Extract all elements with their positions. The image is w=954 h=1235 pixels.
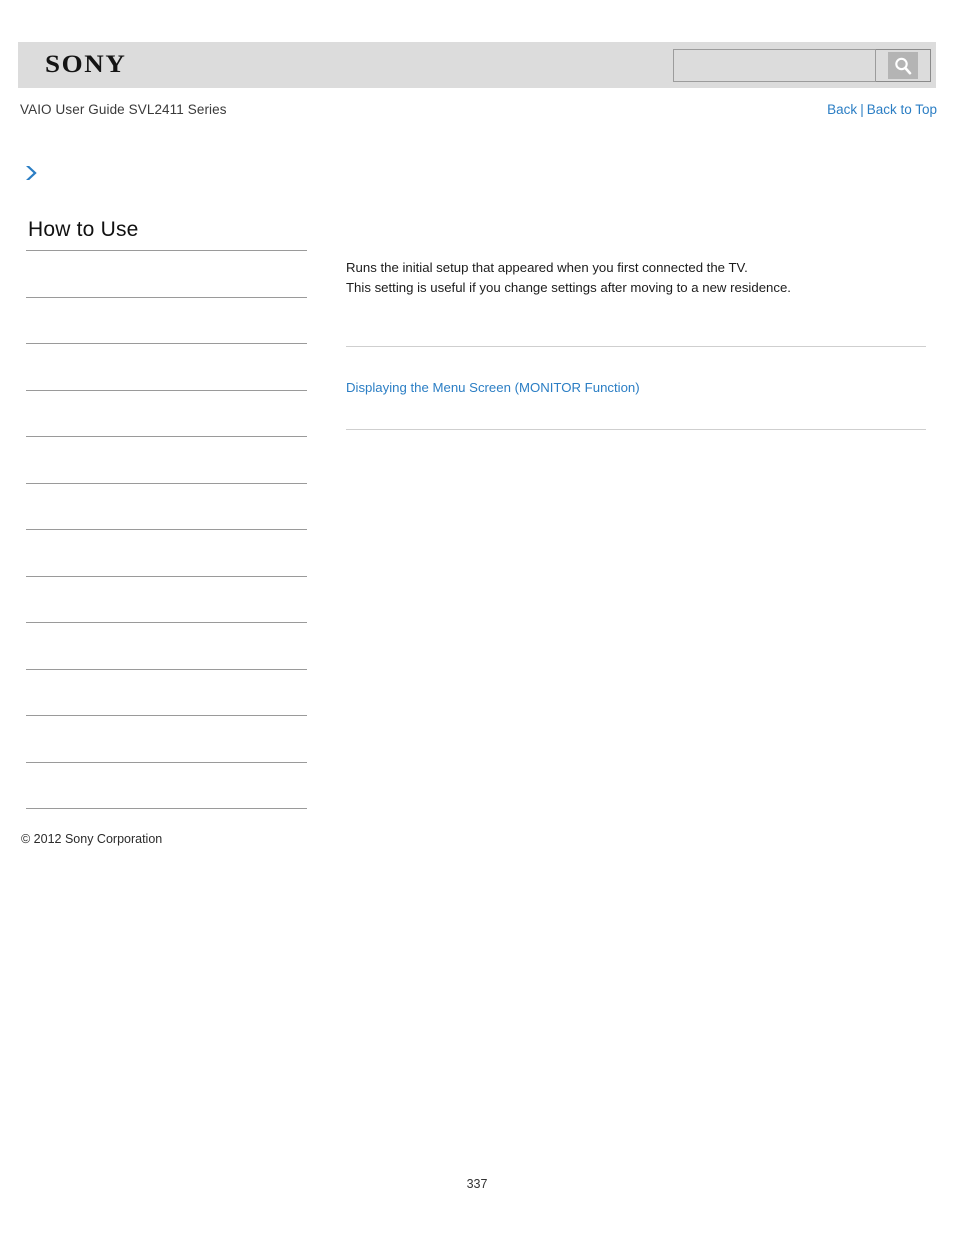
sidebar-item-5[interactable] <box>26 482 307 530</box>
search-input[interactable] <box>673 49 876 82</box>
sidebar-item-8[interactable] <box>26 622 307 669</box>
sidebar-item-1[interactable] <box>26 296 307 344</box>
sidebar-item-2[interactable] <box>26 343 307 390</box>
search-icon <box>888 52 918 79</box>
back-link[interactable]: Back <box>827 102 857 117</box>
search-button[interactable] <box>876 49 931 82</box>
sidebar-item-11[interactable] <box>26 761 307 809</box>
sony-logo: SONY <box>45 51 127 78</box>
sidebar-item-7[interactable] <box>26 575 307 623</box>
copyright-text: © 2012 Sony Corporation <box>21 832 163 846</box>
content-divider-bottom <box>346 429 926 430</box>
sidebar-item-4[interactable] <box>26 436 307 483</box>
nav-separator: | <box>860 102 864 117</box>
search-area <box>673 49 931 82</box>
sidebar: How to Use <box>26 218 307 809</box>
sidebar-item-9[interactable] <box>26 668 307 716</box>
sidebar-item-3[interactable] <box>26 389 307 437</box>
sidebar-item-0[interactable] <box>26 250 307 297</box>
guide-title: VAIO User Guide SVL2411 Series <box>20 102 227 117</box>
page-number: 337 <box>466 1177 488 1191</box>
description-line-1: Runs the initial setup that appeared whe… <box>346 260 748 275</box>
header-bar: SONY <box>18 42 936 88</box>
back-to-top-link[interactable]: Back to Top <box>867 102 937 117</box>
sidebar-item-6[interactable] <box>26 529 307 576</box>
breadcrumb <box>24 162 324 184</box>
description-line-2: This setting is useful if you change set… <box>346 280 791 295</box>
sidebar-heading: How to Use <box>28 218 139 241</box>
sidebar-list <box>26 250 307 809</box>
header-nav-links: Back | Back to Top <box>827 102 937 117</box>
sidebar-item-10[interactable] <box>26 715 307 762</box>
chevron-right-icon <box>24 164 40 182</box>
related-topic-row: Displaying the Menu Screen (MONITOR Func… <box>346 347 926 429</box>
related-topic-link[interactable]: Displaying the Menu Screen (MONITOR Func… <box>346 380 640 395</box>
main-content: Runs the initial setup that appeared whe… <box>346 258 926 430</box>
